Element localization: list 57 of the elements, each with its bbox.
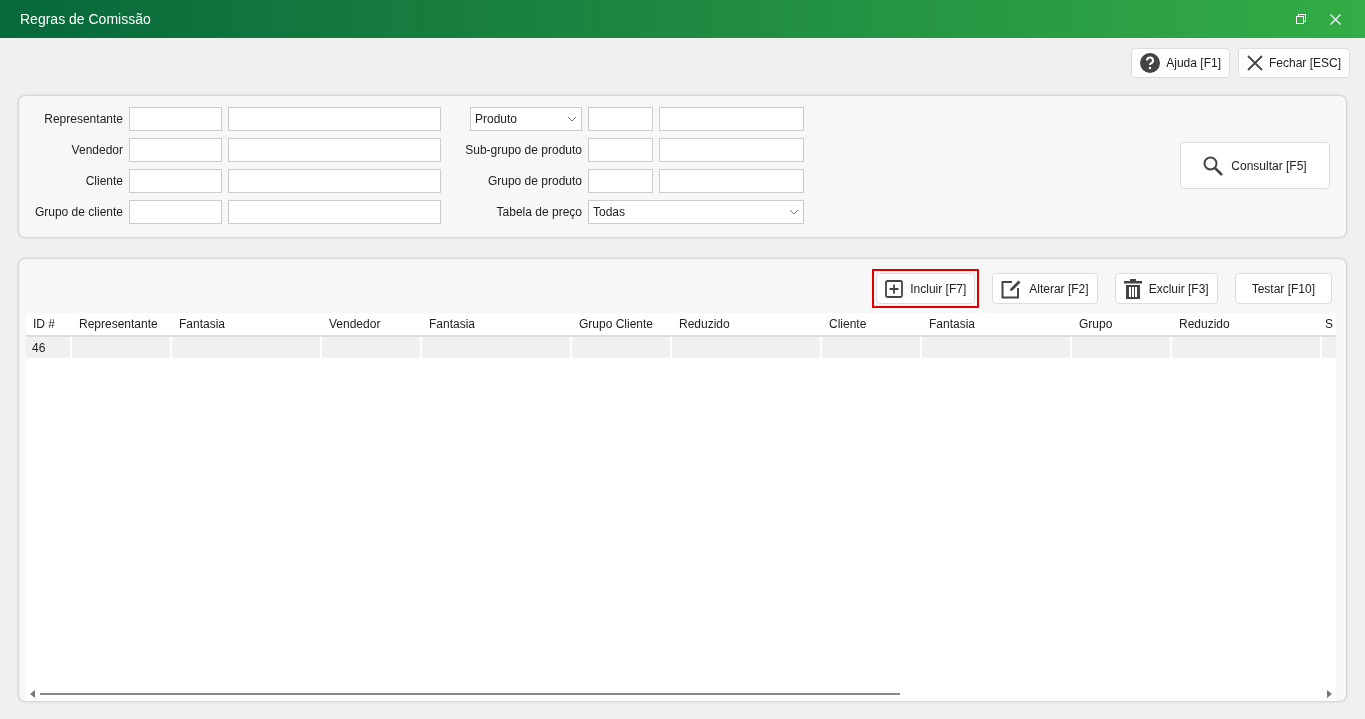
input-field[interactable] — [588, 138, 653, 162]
help-button[interactable]: Ajuda [F1] — [1131, 48, 1230, 78]
field-label: Tabela de preço — [495, 204, 582, 221]
search-icon — [1203, 155, 1224, 176]
search-button[interactable]: Consultar [F5] — [1180, 142, 1330, 189]
field-label: Grupo de produto — [486, 173, 582, 190]
input-field[interactable] — [129, 169, 222, 193]
chevron-down-icon — [567, 116, 577, 122]
type-dropdown[interactable]: Produto — [470, 107, 582, 131]
column-header[interactable]: Fantasia — [172, 315, 322, 333]
input-field[interactable] — [129, 200, 222, 224]
help-icon — [1140, 53, 1161, 73]
close-icon — [1246, 55, 1263, 71]
input-field[interactable] — [228, 107, 441, 131]
column-header[interactable]: Grupo Cliente — [572, 315, 672, 333]
field-label: Sub-grupo de produto — [464, 142, 582, 159]
close-button[interactable]: Fechar [ESC] — [1237, 48, 1350, 78]
edit-icon — [1001, 278, 1023, 299]
column-header[interactable]: Vendedor — [322, 315, 422, 333]
delete-button[interactable]: Excluir [F3] — [1114, 273, 1218, 304]
window-title: Regras de Comissão — [20, 9, 151, 29]
scroll-right-icon[interactable] — [1326, 689, 1332, 698]
test-button[interactable]: Testar [F10] — [1234, 273, 1332, 304]
scroll-left-icon[interactable] — [30, 689, 36, 698]
close-icon[interactable] — [1330, 13, 1341, 25]
column-header[interactable]: Cliente — [822, 315, 922, 333]
horizontal-scrollbar[interactable] — [40, 692, 900, 695]
chevron-down-icon — [789, 209, 799, 215]
column-header[interactable]: Reduzido — [1172, 315, 1322, 333]
column-header[interactable]: Representante — [72, 315, 172, 333]
edit-button[interactable]: Alterar [F2] — [992, 273, 1098, 304]
input-field[interactable] — [659, 107, 804, 131]
input-field[interactable] — [228, 169, 441, 193]
column-header[interactable]: Fantasia — [422, 315, 572, 333]
column-header[interactable]: Fantasia — [922, 315, 1072, 333]
column-header[interactable]: Reduzido — [672, 315, 822, 333]
trash-icon — [1123, 278, 1142, 299]
column-header[interactable]: S — [1322, 315, 1336, 333]
table-cell: 46 — [26, 337, 72, 358]
input-field[interactable] — [228, 138, 441, 162]
field-label: Vendedor — [70, 142, 123, 159]
column-header[interactable]: Grupo — [1072, 315, 1172, 333]
column-header[interactable]: ID # — [26, 315, 72, 333]
restore-icon[interactable] — [1296, 14, 1306, 24]
input-field[interactable] — [588, 107, 653, 131]
field-label: Representante — [43, 111, 123, 128]
plus-box-icon — [885, 279, 904, 298]
field-label: Grupo de cliente — [33, 204, 123, 221]
input-field[interactable] — [129, 107, 222, 131]
input-field[interactable] — [588, 169, 653, 193]
input-field[interactable] — [659, 138, 804, 162]
add-button[interactable]: Incluir [F7] — [876, 273, 976, 304]
input-field[interactable] — [659, 169, 804, 193]
input-field[interactable] — [129, 138, 222, 162]
field-label: Cliente — [84, 173, 123, 190]
price-table-dropdown[interactable]: Todas — [588, 200, 804, 224]
input-field[interactable] — [228, 200, 441, 224]
